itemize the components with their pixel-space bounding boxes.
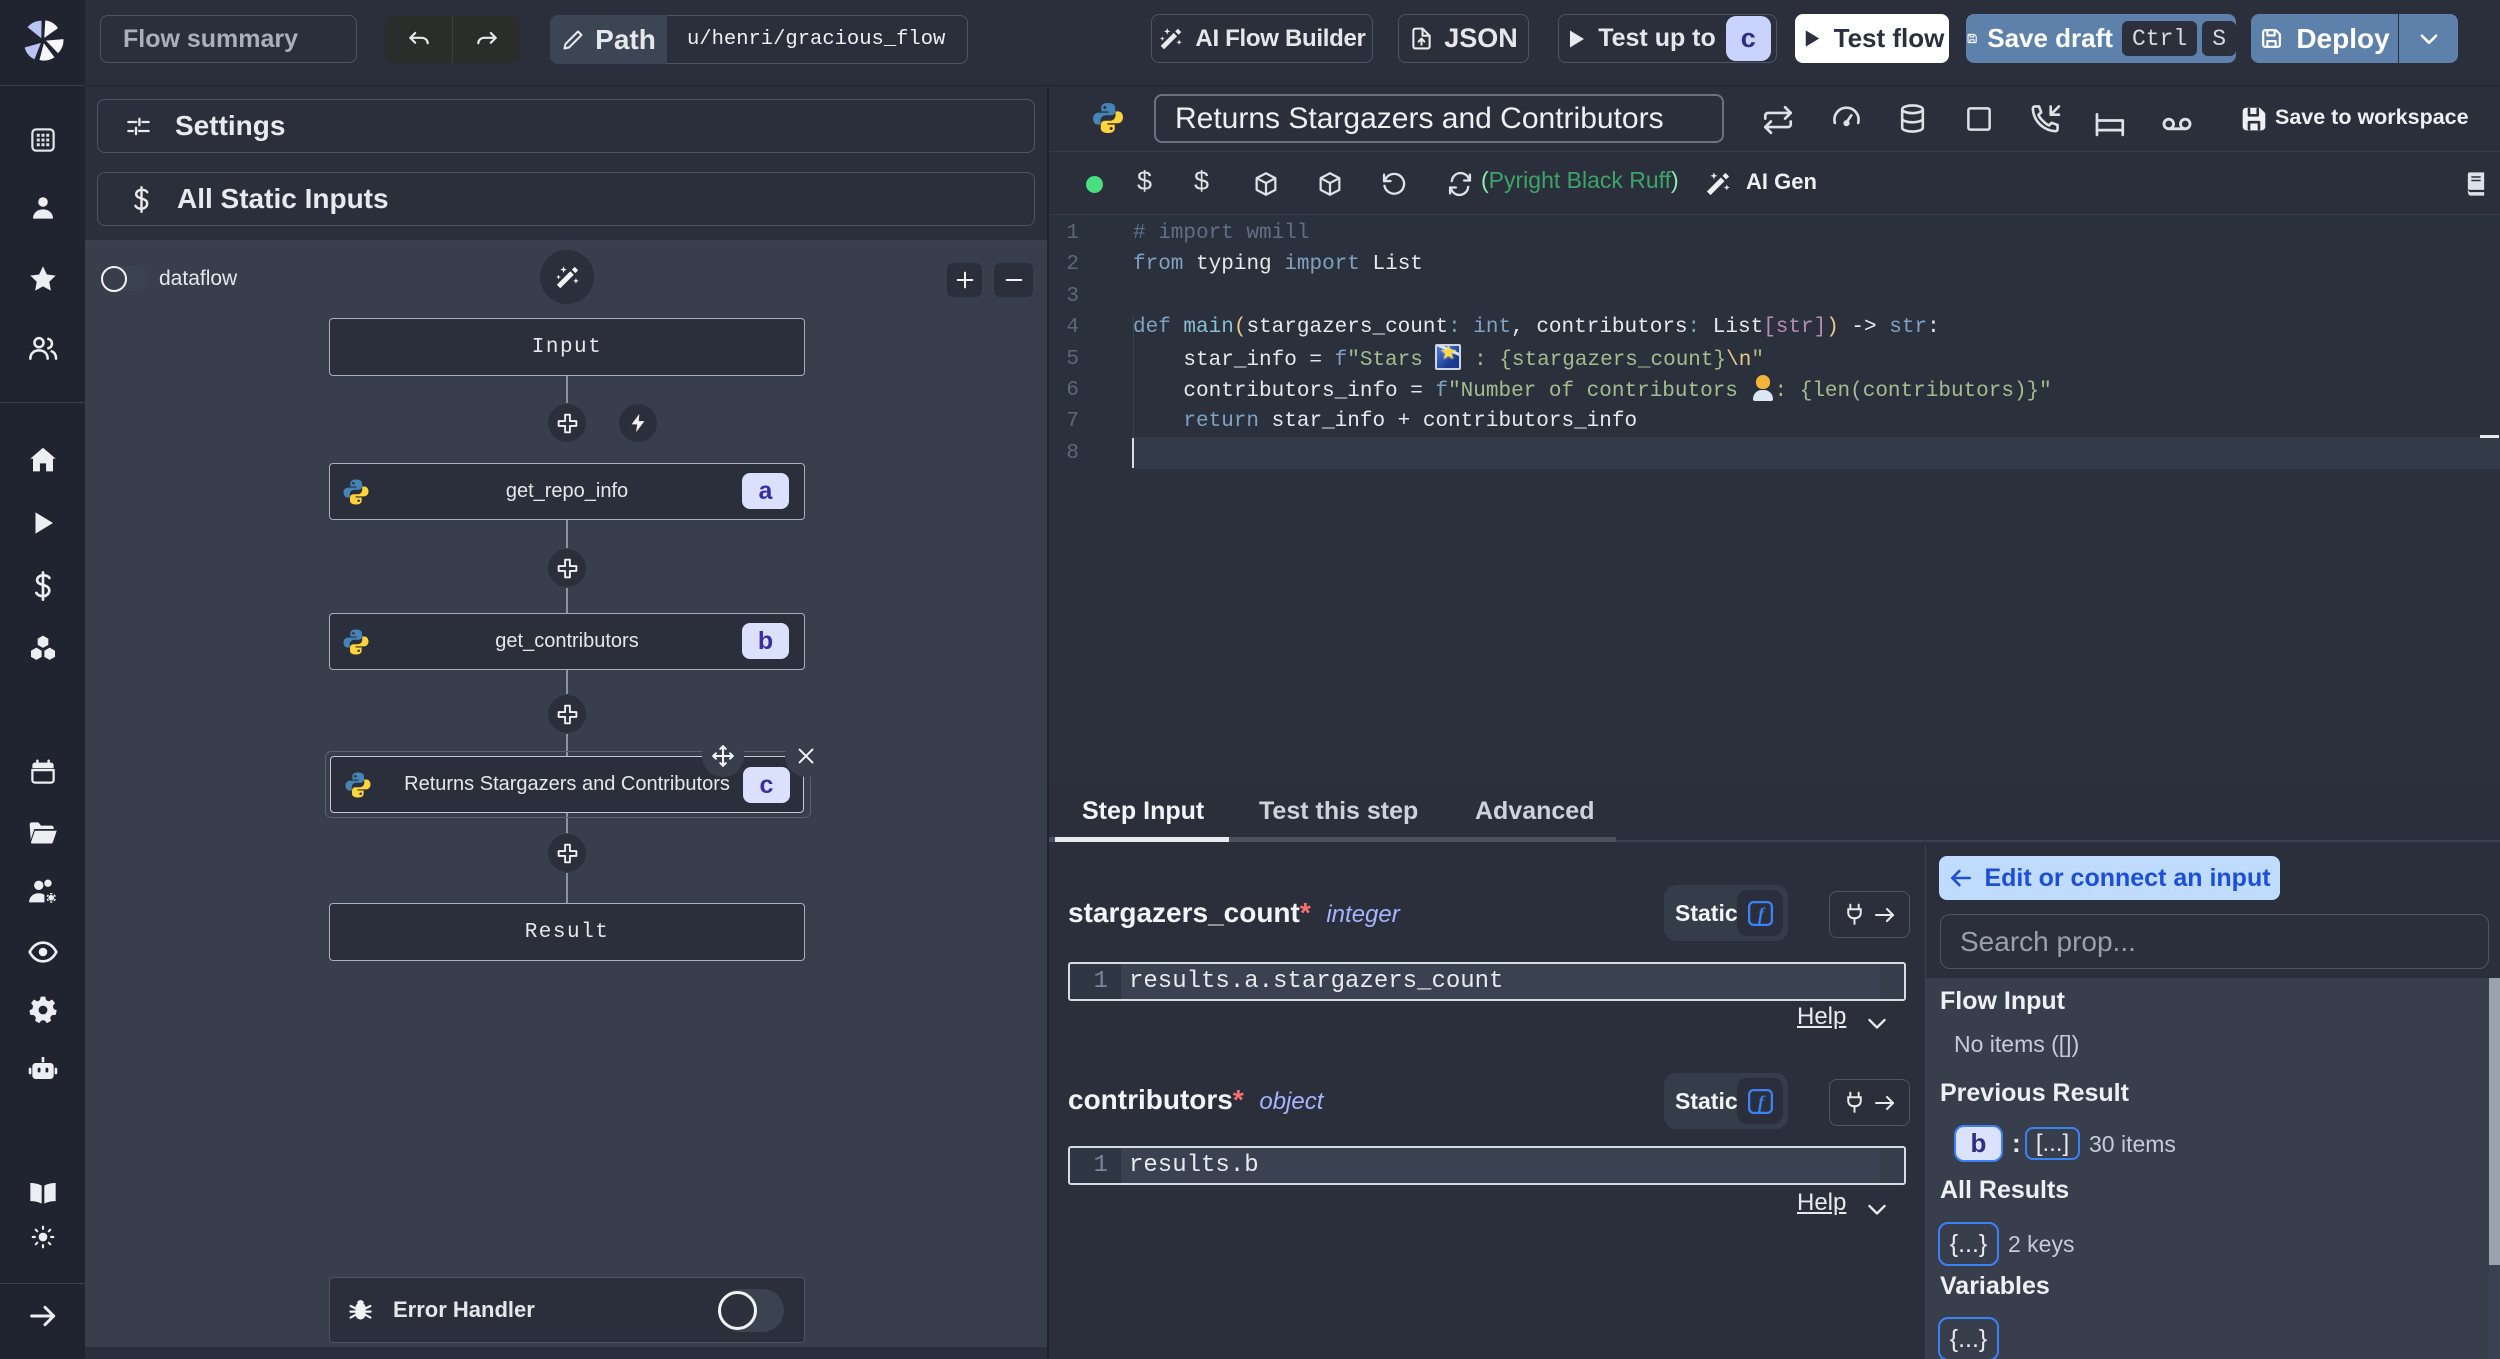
svg-text:f: f bbox=[1758, 903, 1766, 923]
svg-text:f: f bbox=[1758, 1091, 1766, 1111]
